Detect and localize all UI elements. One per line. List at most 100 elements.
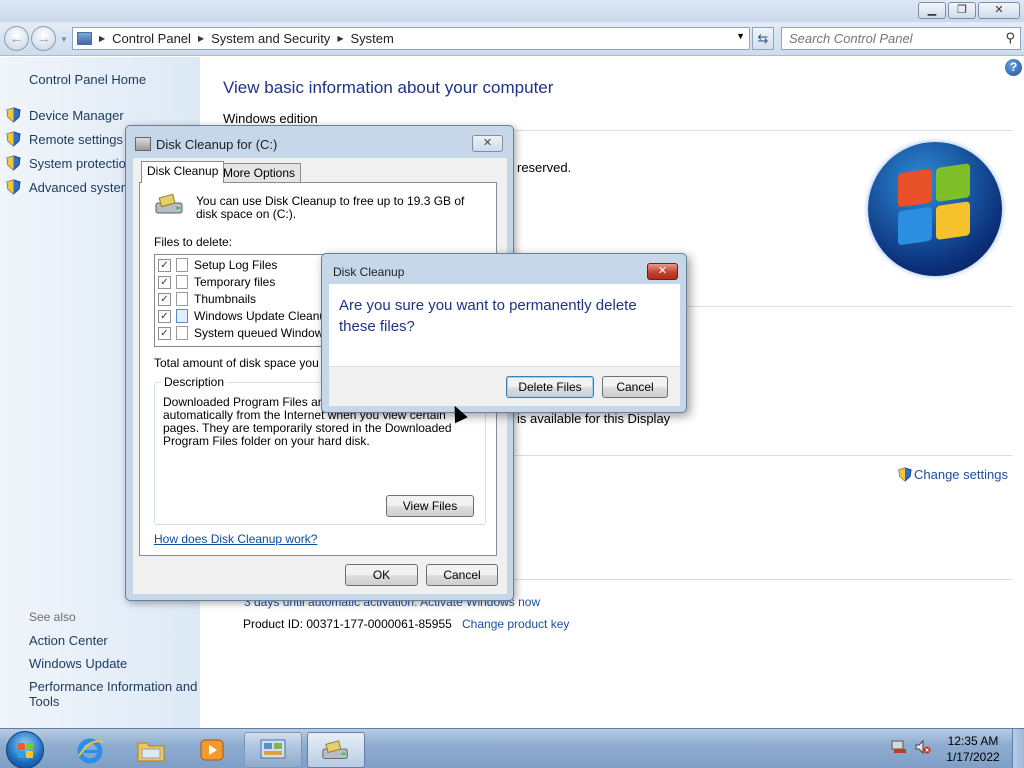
taskbar-control-panel[interactable] — [244, 732, 302, 768]
file-icon — [176, 326, 188, 340]
control-panel-icon — [260, 739, 286, 759]
checkbox-checked-icon[interactable]: ✓ — [158, 275, 171, 289]
list-item[interactable]: ✓ Temporary files — [158, 274, 275, 290]
forward-button[interactable]: → — [31, 26, 56, 51]
volume-muted-icon[interactable] — [915, 740, 931, 754]
checkbox-checked-icon[interactable]: ✓ — [158, 258, 171, 272]
how-does-disk-cleanup-work-link[interactable]: How does Disk Cleanup work? — [154, 532, 317, 546]
windows-edition-heading: Windows edition — [223, 111, 318, 126]
ok-button[interactable]: OK — [345, 564, 418, 586]
start-button[interactable] — [6, 731, 44, 768]
breadcrumb-separator-icon[interactable]: ▶ — [195, 34, 207, 43]
help-icon[interactable]: ? — [1005, 59, 1022, 76]
list-item[interactable]: ✓ Thumbnails — [158, 291, 256, 307]
breadcrumb-separator-icon[interactable]: ▶ — [334, 34, 346, 43]
list-item[interactable]: ✓ System queued Windows E — [158, 325, 341, 341]
search-icon[interactable]: ⚲ — [1005, 30, 1015, 46]
restore-button[interactable]: ❐ — [948, 2, 976, 19]
dialog-close-button[interactable]: ✕ — [472, 135, 503, 152]
sidebar-item-windows-update[interactable]: Windows Update — [29, 656, 127, 671]
taskbar-disk-cleanup[interactable] — [307, 732, 365, 768]
file-icon — [176, 292, 188, 306]
sidebar-control-panel-home[interactable]: Control Panel Home — [29, 72, 146, 87]
sidebar-item-performance-info[interactable]: Performance Information and — [29, 679, 197, 694]
confirm-dialog-title: Disk Cleanup — [333, 265, 405, 279]
disk-cleanup-icon — [135, 137, 151, 151]
see-also-heading: See also — [29, 610, 76, 624]
list-item[interactable]: ✓ Setup Log Files — [158, 257, 277, 273]
breadcrumb-system[interactable]: System — [346, 31, 397, 46]
list-item[interactable]: ✓ Windows Update Cleanup — [158, 308, 333, 324]
search-box[interactable]: ⚲ — [781, 27, 1021, 50]
file-label: Thumbnails — [194, 292, 257, 306]
files-to-delete-label: Files to delete: — [154, 235, 233, 249]
windows-flag-icon — [18, 743, 34, 759]
display-text: is available for this Display — [517, 411, 671, 426]
sidebar-item-system-protection[interactable]: System protection — [29, 156, 133, 171]
confirm-dialog: Disk Cleanup ✕ Are you sure you want to … — [321, 253, 687, 413]
recent-pages-dropdown-icon[interactable]: ▼ — [60, 35, 68, 44]
sidebar-item-device-manager[interactable]: Device Manager — [29, 108, 124, 123]
sidebar-item-remote-settings[interactable]: Remote settings — [29, 132, 123, 147]
refresh-button[interactable]: ⇆ — [752, 27, 774, 50]
clock-date: 1/17/2022 — [946, 750, 1000, 764]
delete-files-button[interactable]: Delete Files — [506, 376, 594, 398]
taskbar — [0, 728, 1024, 768]
checkbox-checked-icon[interactable]: ✓ — [158, 292, 171, 306]
total-space-label: Total amount of disk space you gai — [154, 356, 339, 370]
breadcrumb-system-and-security[interactable]: System and Security — [207, 31, 334, 46]
shield-icon — [898, 467, 912, 482]
dialog-title: Disk Cleanup for (C:) — [156, 137, 278, 152]
folder-icon — [137, 742, 165, 762]
sidebar-item-action-center[interactable]: Action Center — [29, 633, 108, 648]
search-input[interactable] — [782, 28, 992, 49]
back-button[interactable]: ← — [4, 26, 29, 51]
checkbox-checked-icon[interactable]: ✓ — [158, 309, 171, 323]
checkbox-checked-icon[interactable]: ✓ — [158, 326, 171, 340]
description-label: Description — [161, 375, 228, 389]
sidebar-item-performance-info-tools[interactable]: Tools — [29, 694, 59, 709]
show-desktop-button[interactable] — [1012, 729, 1024, 768]
taskbar-media-player[interactable] — [183, 732, 241, 768]
clock-time: 12:35 AM — [947, 734, 999, 748]
cancel-button[interactable]: Cancel — [426, 564, 498, 586]
confirm-body: Are you sure you want to permanently del… — [329, 284, 680, 366]
address-dropdown-icon[interactable]: ▼ — [736, 31, 745, 41]
tab-more-options[interactable]: More Options — [217, 163, 302, 183]
action-center-flag-icon[interactable] — [891, 740, 907, 754]
file-label: Setup Log Files — [194, 258, 278, 272]
close-window-button[interactable]: ✕ — [978, 2, 1020, 19]
address-bar[interactable]: ▶ Control Panel ▶ System and Security ▶ … — [72, 27, 750, 50]
sidebar-item-advanced-system[interactable]: Advanced system — [29, 180, 132, 195]
page-title: View basic information about your comput… — [223, 78, 554, 97]
view-files-button[interactable]: View Files — [386, 495, 474, 517]
media-player-icon — [200, 739, 224, 761]
windows-update-icon — [176, 309, 188, 323]
change-product-key-link[interactable]: Change product key — [462, 617, 569, 631]
confirm-close-button[interactable]: ✕ — [647, 263, 678, 280]
copyright-text: reserved. — [517, 160, 572, 175]
disk-cleanup-icon — [155, 193, 183, 214]
shield-icon — [6, 179, 21, 195]
intro-text: You can use Disk Cleanup to free up to 1… — [196, 194, 465, 221]
change-settings-link[interactable]: Change settings — [914, 467, 1008, 482]
system-clock[interactable]: 12:35 AM 1/17/2022 — [940, 733, 1006, 765]
windows-logo — [868, 142, 1002, 276]
taskbar-windows-explorer[interactable] — [122, 732, 180, 768]
minimize-button[interactable]: ▁ — [918, 2, 946, 19]
navigation-bar: ← → ▼ ▶ Control Panel ▶ System and Secur… — [0, 22, 1024, 56]
shield-icon — [6, 131, 21, 147]
tab-disk-cleanup[interactable]: Disk Cleanup — [141, 161, 225, 183]
file-icon — [176, 258, 188, 272]
file-icon — [176, 275, 188, 289]
confirm-cancel-button[interactable]: Cancel — [602, 376, 668, 398]
breadcrumb-separator-icon[interactable]: ▶ — [96, 34, 108, 43]
taskbar-internet-explorer[interactable] — [61, 732, 119, 768]
internet-explorer-icon — [77, 738, 104, 764]
window-titlebar: ▁ ❐ ✕ — [0, 0, 1024, 22]
confirm-message: Are you sure you want to permanently del… — [339, 297, 637, 335]
file-label: Windows Update Cleanup — [194, 309, 333, 323]
shield-icon — [6, 107, 21, 123]
disk-cleanup-icon — [322, 740, 348, 759]
breadcrumb-control-panel[interactable]: Control Panel — [108, 31, 195, 46]
